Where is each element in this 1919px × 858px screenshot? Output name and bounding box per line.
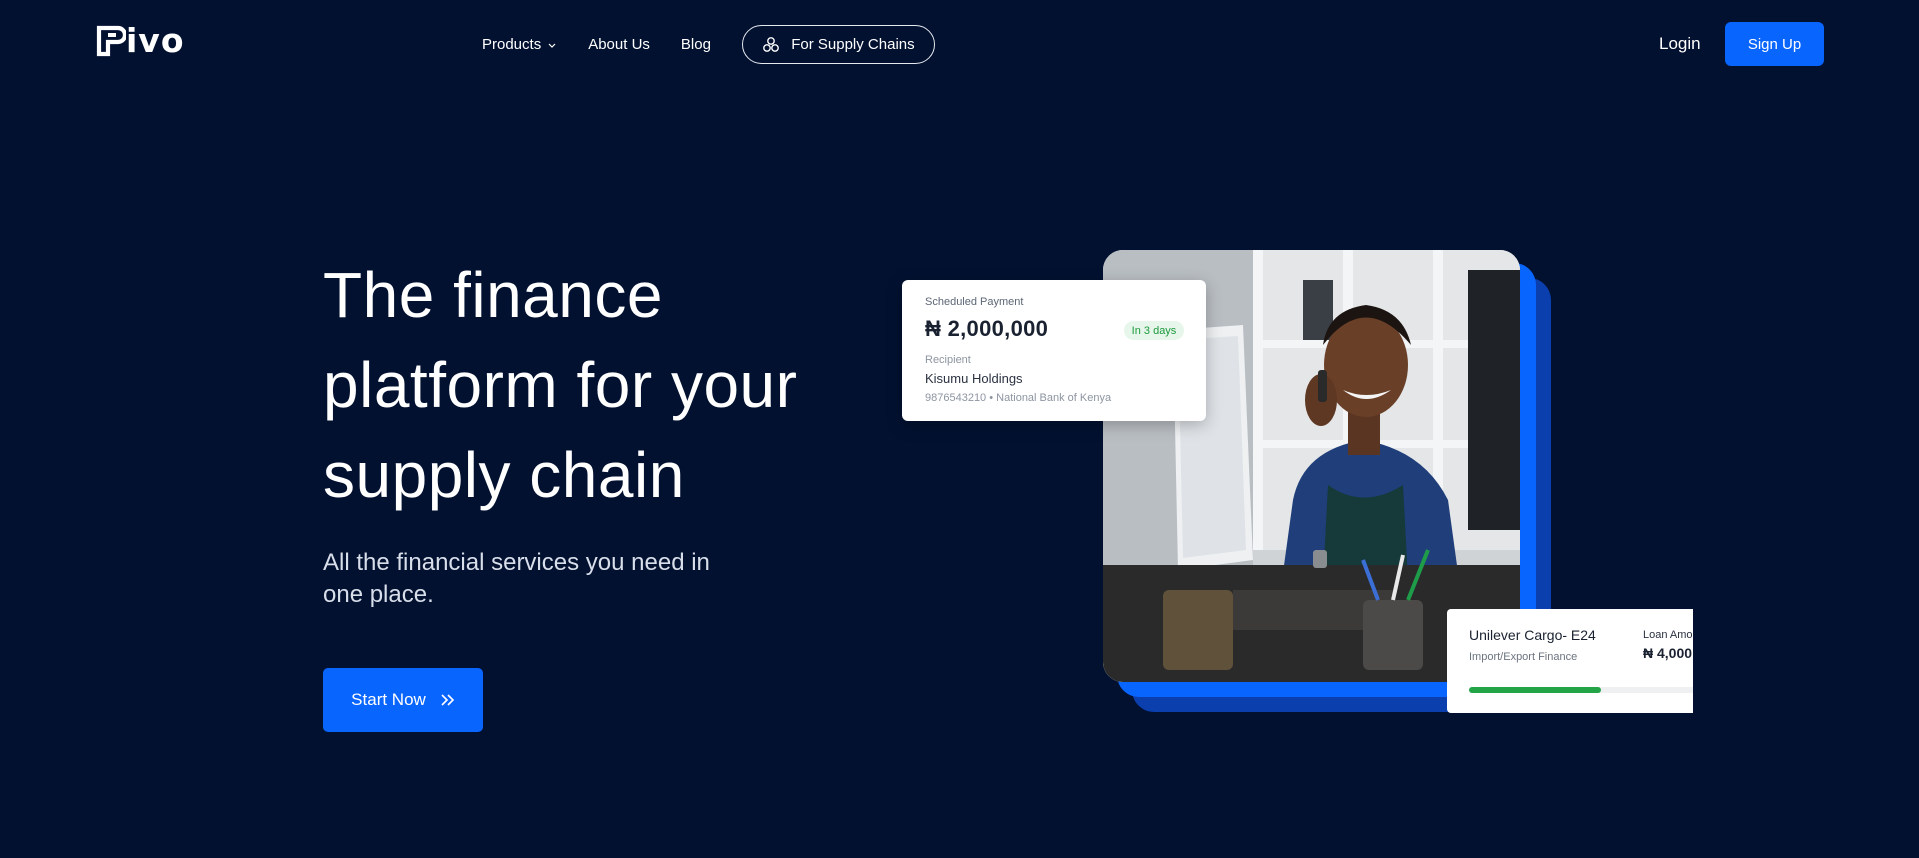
recipient-name: Kisumu Holdings	[925, 371, 1023, 386]
hero-title: The finance platform for your supply cha…	[323, 259, 798, 511]
signup-button[interactable]: Sign Up	[1725, 22, 1824, 66]
hero-subtitle: All the financial services you need in o…	[323, 549, 710, 608]
nav-blog-label: Blog	[680, 36, 711, 53]
loan-title: Unilever Cargo- E24	[1469, 627, 1596, 643]
due-badge: In 3 days	[1124, 321, 1184, 340]
supply-chains-label: For Supply Chains	[791, 36, 915, 53]
scheduled-payment-card: Scheduled Payment ₦ 2,000,000 In 3 days …	[902, 280, 1206, 421]
nav-blog[interactable]: Blog	[681, 36, 711, 53]
payment-amount: ₦ 2,000,000	[925, 316, 1049, 341]
loan-progress-track	[1469, 687, 1693, 693]
chevron-down-icon	[548, 43, 556, 48]
brand-logo[interactable]: ivo	[96, 24, 185, 58]
logo-text: ivo	[126, 21, 185, 60]
recipient-label: Recipient	[925, 354, 971, 366]
start-now-label: Start Now	[351, 690, 426, 709]
main-nav: Products About Us Blog For Supply Chains	[482, 25, 935, 64]
start-now-button[interactable]: Start Now	[323, 668, 483, 732]
payment-label: Scheduled Payment	[925, 296, 1024, 308]
login-link[interactable]: Login	[1659, 34, 1701, 54]
recipient-meta: 9876543210 • National Bank of Kenya	[925, 392, 1112, 404]
double-chevron-right-icon	[441, 694, 454, 706]
nav-products[interactable]: Products	[482, 36, 557, 53]
loan-amount: ₦ 4,000	[1643, 645, 1693, 661]
loan-progress-fill	[1469, 687, 1601, 693]
loan-type: Import/Export Finance	[1469, 651, 1578, 663]
nav-about-label: About Us	[588, 36, 650, 53]
logo-mark-icon	[96, 25, 126, 57]
nav-about[interactable]: About Us	[588, 36, 650, 53]
supply-chains-button[interactable]: For Supply Chains	[741, 25, 935, 64]
loan-card: Unilever Cargo- E24 Import/Export Financ…	[1447, 609, 1693, 713]
nav-products-label: Products	[482, 36, 542, 53]
network-icon	[763, 36, 780, 52]
loan-amount-label: Loan Amo	[1643, 629, 1693, 641]
